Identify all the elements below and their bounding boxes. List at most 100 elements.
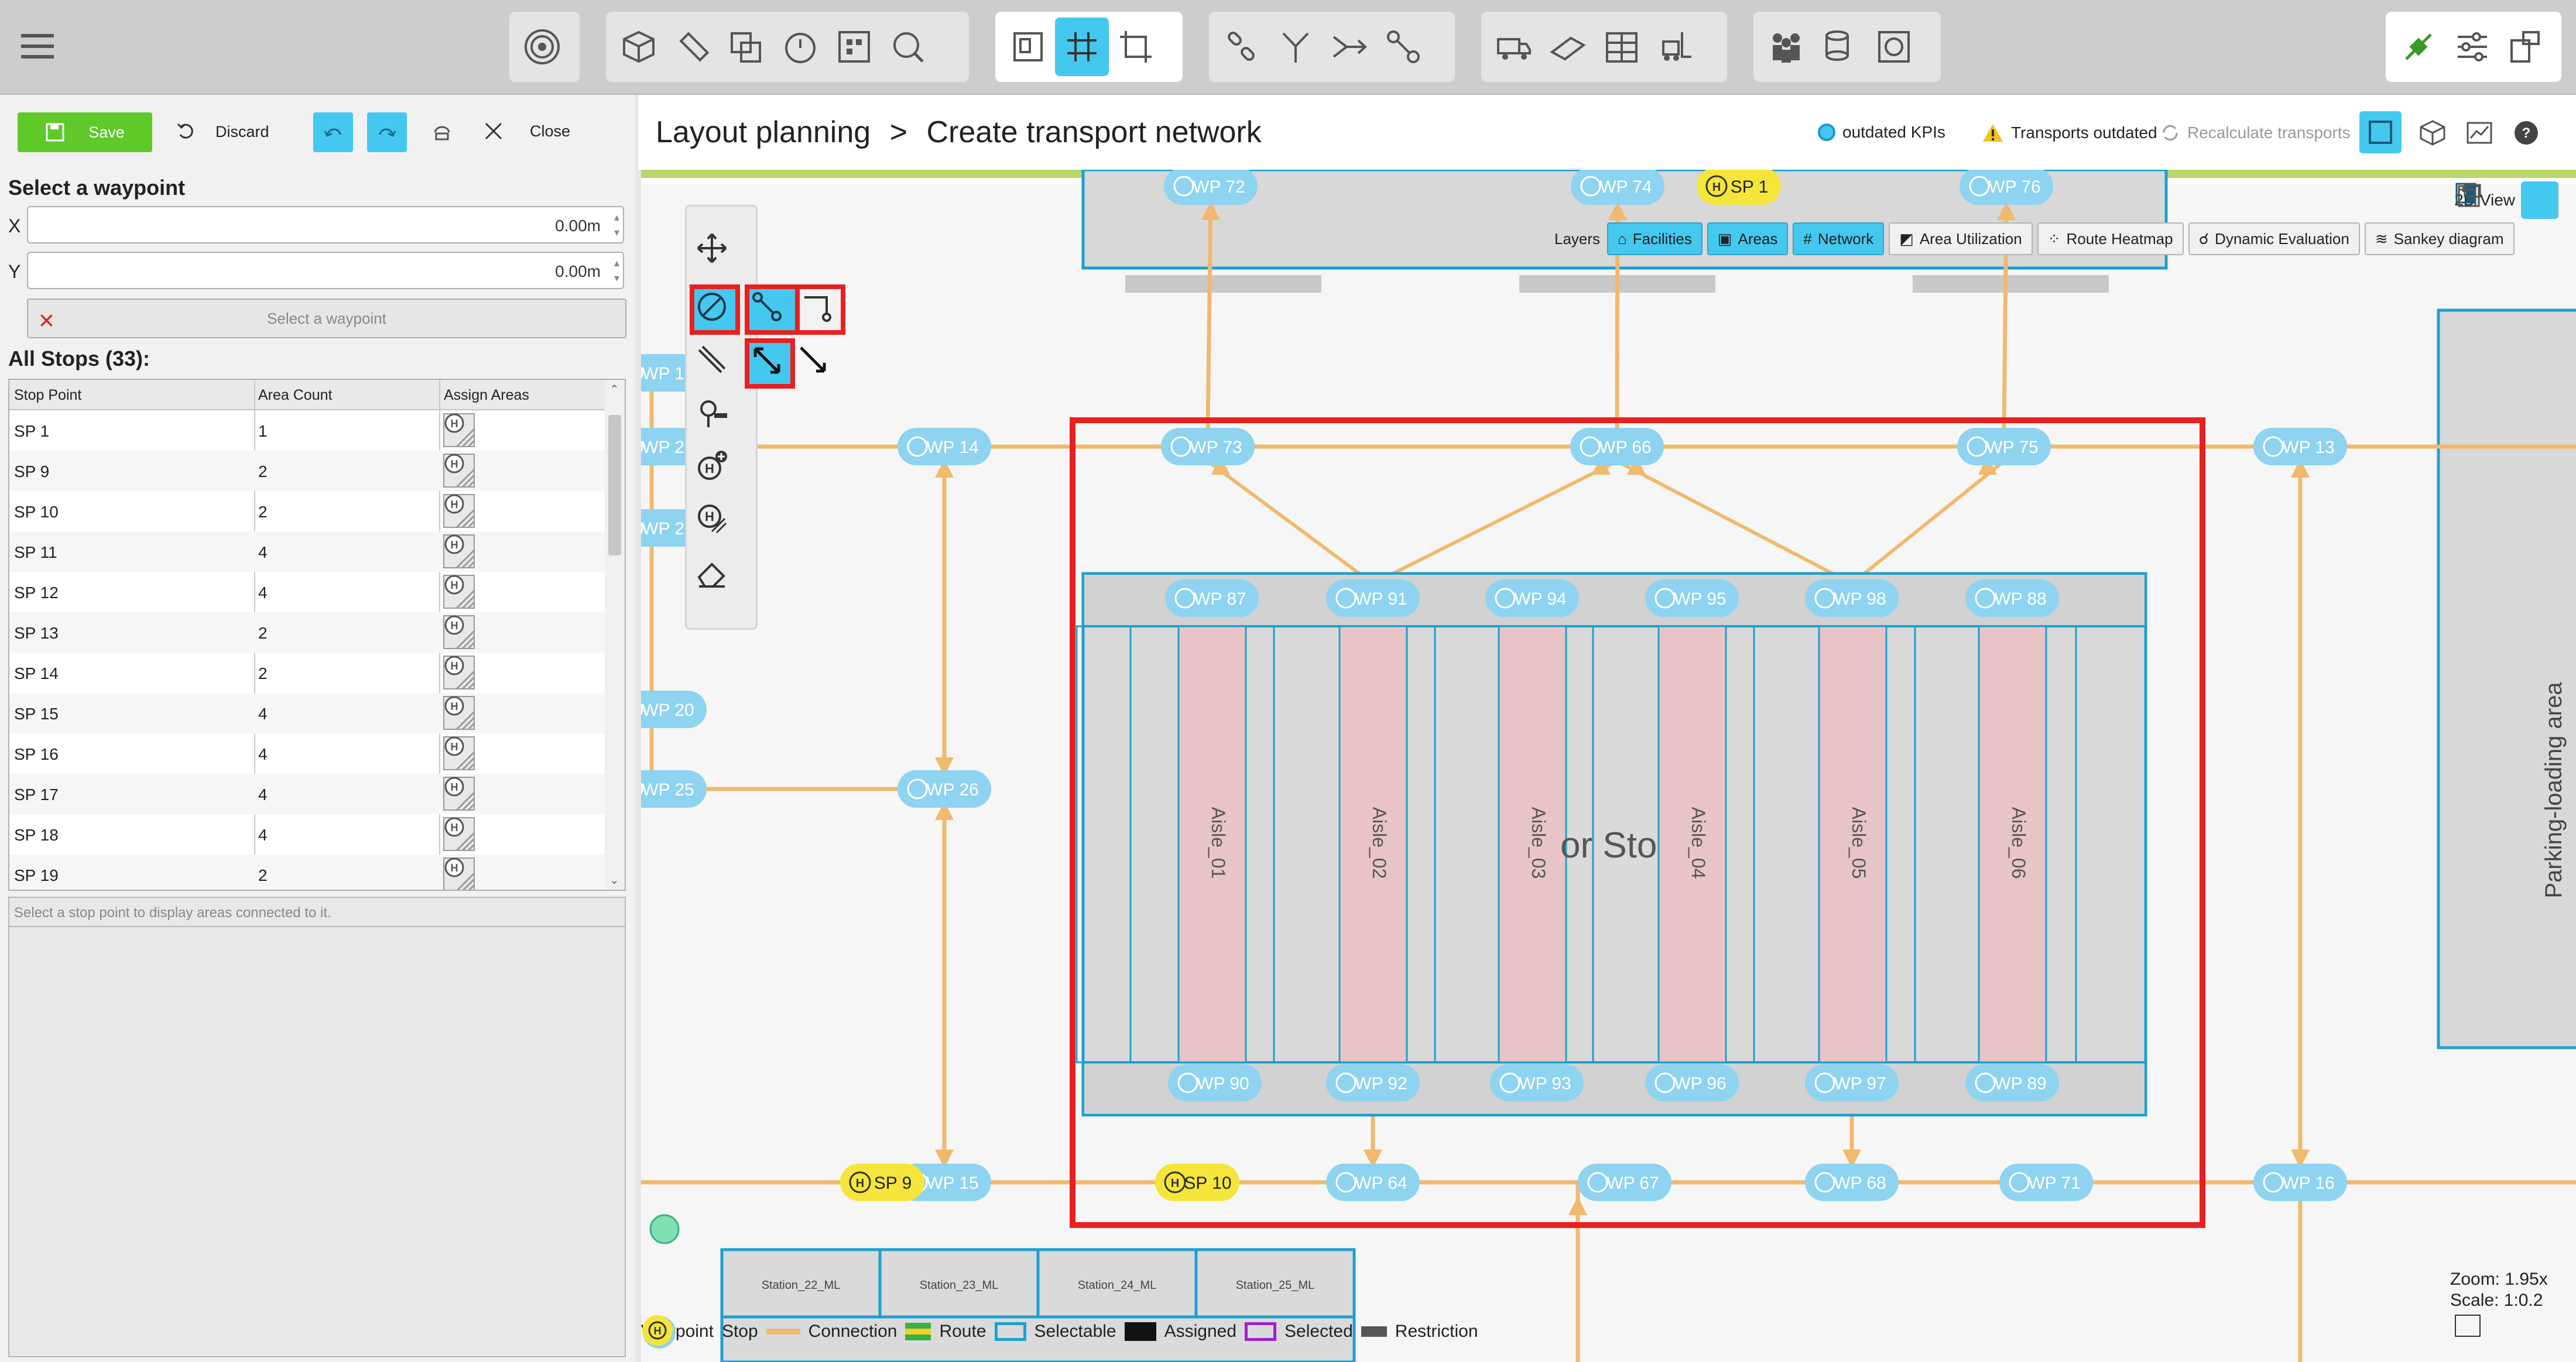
- waypoint-marker[interactable]: WP 94: [1485, 579, 1579, 617]
- waypoint-marker[interactable]: WP 76: [1960, 170, 2053, 205]
- chart-icon[interactable]: [2465, 118, 2494, 147]
- save-button[interactable]: Save: [18, 112, 152, 152]
- y-spinner-icon[interactable]: ▴ ▾: [614, 255, 619, 286]
- kpi-status[interactable]: outdated KPIs: [1818, 123, 1945, 142]
- clear-icon[interactable]: ×: [39, 304, 54, 336]
- crop-icon[interactable]: [1109, 18, 1163, 76]
- grid-select-icon[interactable]: [827, 18, 881, 76]
- table-row[interactable]: SP 1 1 H: [9, 410, 607, 451]
- add-stop-tool[interactable]: H: [694, 448, 745, 499]
- timer-icon[interactable]: [773, 18, 827, 76]
- people-icon[interactable]: [1759, 18, 1813, 76]
- stop-point-marker[interactable]: H SP 9: [840, 1164, 924, 1201]
- waypoint-marker[interactable]: WP 71: [1999, 1164, 2093, 1201]
- transport-status[interactable]: Transports outdated: [1982, 123, 2157, 143]
- sliders-icon[interactable]: [2445, 18, 2499, 76]
- assign-areas-icon[interactable]: H: [441, 654, 477, 691]
- waypoint-marker[interactable]: WP 25: [641, 770, 707, 808]
- assign-areas-icon[interactable]: H: [441, 694, 477, 732]
- close-button[interactable]: Close: [483, 121, 570, 142]
- waypoint-marker[interactable]: WP 93: [1490, 1064, 1584, 1102]
- waypoint-marker[interactable]: WP 66: [1570, 428, 1664, 465]
- waypoint-marker[interactable]: WP 90: [1168, 1064, 1262, 1102]
- y-coordinate-input[interactable]: 0.00m ▴ ▾: [27, 252, 624, 289]
- plugin-hmf-icon[interactable]: [2499, 18, 2553, 76]
- table-row[interactable]: SP 9 2 H: [9, 451, 607, 491]
- waypoint-marker[interactable]: WP 26: [898, 770, 991, 808]
- waypoint-marker[interactable]: WP 92: [1326, 1064, 1420, 1102]
- assign-areas-icon[interactable]: H: [441, 533, 477, 570]
- waypoint-marker[interactable]: WP 72: [1164, 170, 1258, 205]
- waypoint-marker[interactable]: WP 20: [641, 691, 707, 728]
- undo-button[interactable]: [313, 112, 353, 152]
- assign-areas-icon[interactable]: H: [441, 735, 477, 772]
- breadcrumb-root[interactable]: Layout planning: [656, 115, 871, 149]
- x-spinner-icon[interactable]: ▴ ▾: [614, 210, 619, 240]
- truck-icon[interactable]: [1487, 18, 1541, 76]
- layout-canvas[interactable]: Aisle_01 Aisle_02 Aisle_03 Aisle_04 Aisle_05…: [641, 170, 2576, 1362]
- assign-areas-icon[interactable]: H: [441, 452, 477, 489]
- table-row[interactable]: SP 11 4 H: [9, 531, 607, 572]
- table-row[interactable]: SP 10 2 H: [9, 491, 607, 531]
- merge-arrow-icon[interactable]: [1323, 18, 1376, 76]
- assign-areas-icon[interactable]: H: [441, 613, 477, 651]
- waypoint-marker[interactable]: WP 91: [1326, 579, 1420, 617]
- parking-loading-area[interactable]: [2437, 308, 2576, 1049]
- assign-areas-icon[interactable]: H: [441, 856, 477, 891]
- waypoint-marker[interactable]: WP 14: [898, 428, 991, 465]
- table-row[interactable]: SP 15 4 H: [9, 693, 607, 733]
- connection-line[interactable]: [1372, 459, 1618, 585]
- select-connection-tool[interactable]: [690, 284, 740, 335]
- fork-icon[interactable]: [1269, 18, 1323, 76]
- connect-icon[interactable]: [1215, 18, 1269, 76]
- waypoint-marker[interactable]: WP 87: [1165, 579, 1259, 617]
- redo-button[interactable]: [367, 112, 407, 152]
- table-row[interactable]: SP 17 4 H: [9, 774, 607, 814]
- waypoint-marker[interactable]: WP 88: [1965, 579, 2059, 617]
- cube-3d-icon[interactable]: [2418, 118, 2447, 147]
- help-icon[interactable]: ?: [2512, 118, 2541, 147]
- waypoint-marker[interactable]: WP 16: [2253, 1164, 2347, 1201]
- one-way-connection-tool[interactable]: [795, 342, 845, 392]
- assign-areas-icon[interactable]: H: [441, 492, 477, 530]
- bidirectional-tool[interactable]: [694, 342, 745, 392]
- draw-angled-connection-tool[interactable]: [795, 284, 845, 335]
- connection-line[interactable]: [1616, 459, 1853, 585]
- history-button[interactable]: [430, 121, 454, 144]
- connection-line[interactable]: [1851, 459, 2005, 585]
- assign-areas-icon[interactable]: H: [441, 573, 477, 610]
- layer-area-utilization-toggle[interactable]: ◩ Area Utilization: [1889, 222, 2033, 255]
- waypoint-marker[interactable]: WP 97: [1805, 1064, 1899, 1102]
- layers-copy-icon[interactable]: [720, 18, 773, 76]
- connection-line[interactable]: [1205, 203, 1213, 430]
- discard-button[interactable]: Discard: [176, 122, 269, 142]
- scroll-down-icon[interactable]: ⌄: [609, 873, 619, 887]
- waypoint-marker[interactable]: WP 89: [1965, 1064, 2059, 1102]
- forklift-icon[interactable]: [1649, 18, 1703, 76]
- area-frame-icon[interactable]: [1001, 18, 1055, 76]
- x-coordinate-input[interactable]: 0.00m ▴ ▾: [27, 206, 624, 243]
- coins-icon[interactable]: [1813, 18, 1867, 76]
- diagonal-connection-tool[interactable]: [745, 338, 795, 389]
- assign-areas-icon[interactable]: H: [441, 775, 477, 812]
- network-map[interactable]: Aisle_01 Aisle_02 Aisle_03 Aisle_04 Aisle_05…: [641, 170, 2576, 1362]
- layer-facilities-toggle[interactable]: ⌂ Facilities: [1607, 222, 1703, 255]
- table-row[interactable]: SP 16 4 H: [9, 733, 607, 774]
- radar-icon[interactable]: [515, 18, 569, 76]
- stop-point-marker[interactable]: H SP 1: [1697, 170, 1781, 205]
- layer-areas-toggle[interactable]: ▣ Areas: [1707, 222, 1789, 255]
- waypoint-marker[interactable]: WP 13: [2253, 428, 2347, 465]
- waypoint-marker[interactable]: WP 95: [1645, 579, 1739, 617]
- move-tool[interactable]: [694, 231, 745, 281]
- waypoint-marker[interactable]: WP 67: [1578, 1164, 1671, 1201]
- table-scrollbar[interactable]: ⌃ ⌄: [605, 380, 625, 890]
- plug-icon[interactable]: [2392, 18, 2445, 76]
- stop-point-marker[interactable]: H SP 10: [1155, 1164, 1239, 1201]
- assign-areas-icon[interactable]: H: [441, 815, 477, 853]
- connection-line[interactable]: [1207, 459, 1374, 585]
- remove-waypoint-tool[interactable]: [694, 396, 745, 446]
- scroll-thumb[interactable]: [608, 415, 621, 555]
- layer-sankey-toggle[interactable]: ≋ Sankey diagram: [2364, 222, 2515, 255]
- waypoint-marker[interactable]: WP 68: [1805, 1164, 1899, 1201]
- stop-restriction-tool[interactable]: H: [694, 501, 745, 551]
